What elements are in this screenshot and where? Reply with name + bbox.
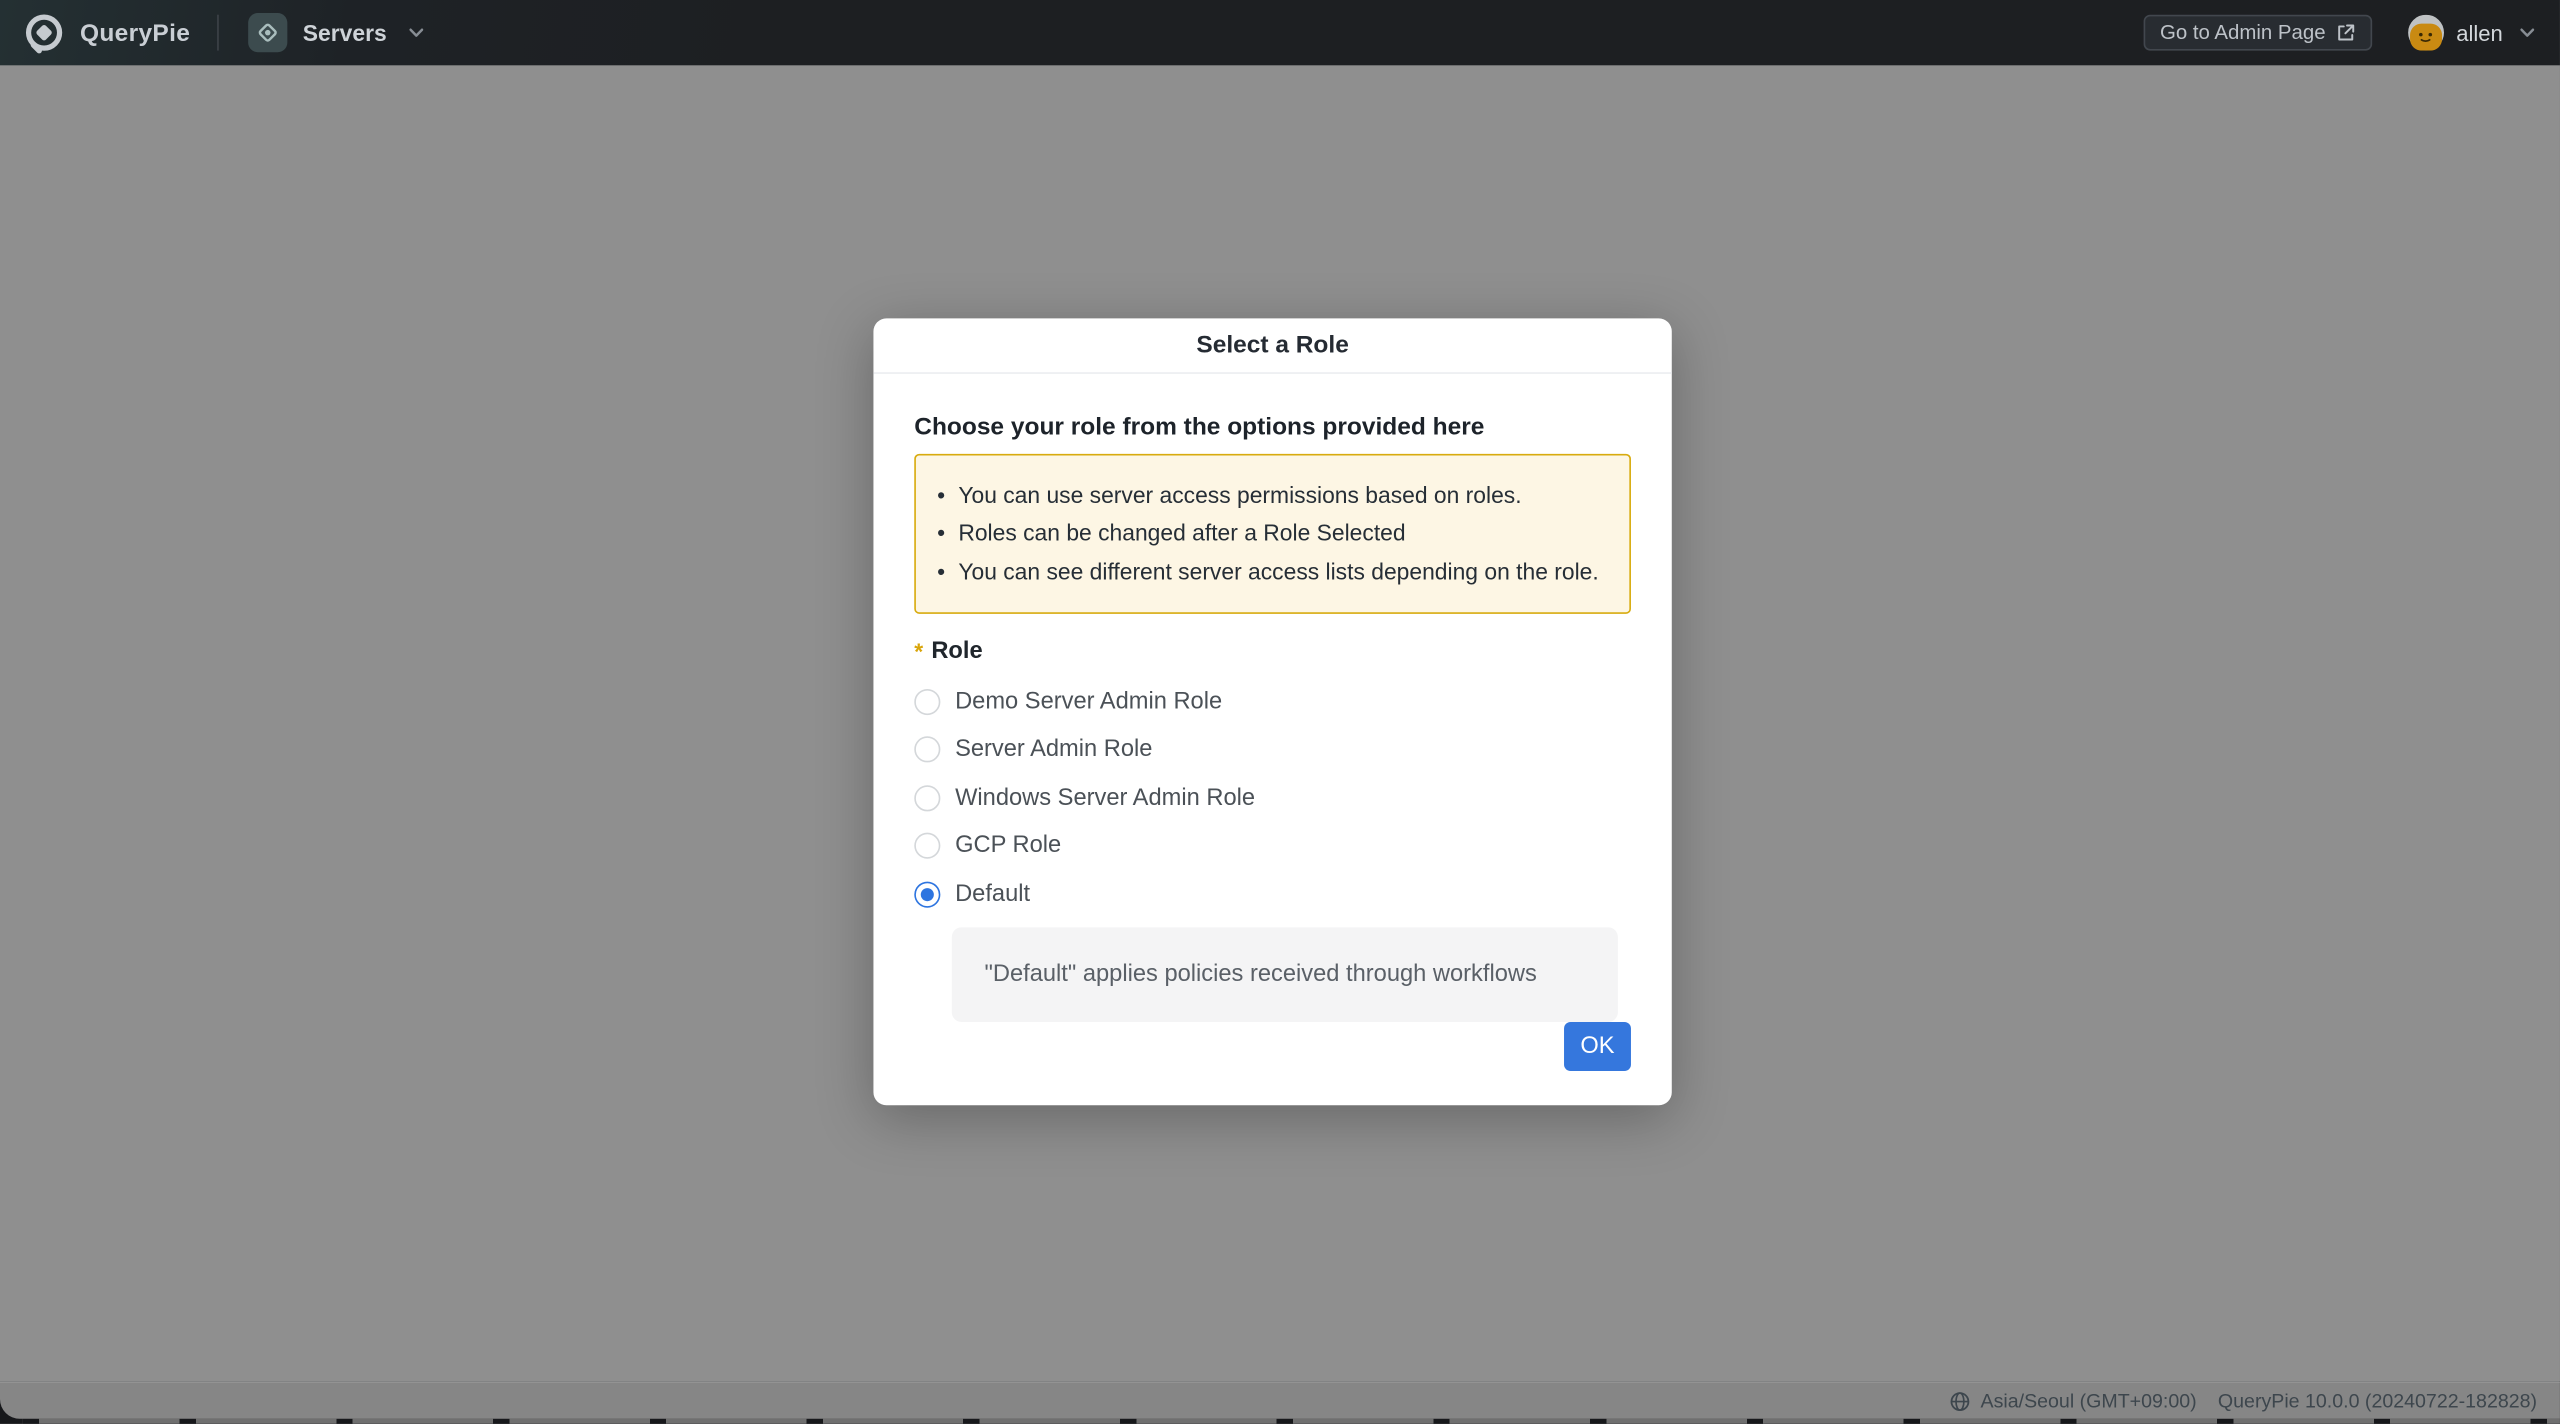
navbar-divider: [218, 15, 220, 51]
select-role-modal: Select a Role Choose your role from the …: [873, 318, 1671, 1105]
callout-item: You can use server access permissions ba…: [935, 476, 1603, 514]
screen: QueryPie Servers Go to Admin Page: [0, 0, 2560, 1424]
radio-selected-icon[interactable]: [914, 881, 940, 907]
role-radio-group: Demo Server Admin Role Server Admin Role W…: [914, 683, 1631, 923]
radio-icon[interactable]: [914, 689, 940, 715]
navbar-right: Go to Admin Page allen: [2144, 15, 2537, 51]
modal-title: Select a Role: [1196, 331, 1348, 359]
role-option-label: GCP Role: [955, 833, 1061, 859]
role-field-label: * Role: [914, 638, 1631, 664]
role-label-text: Role: [931, 638, 982, 664]
callout-item: Roles can be changed after a Role Select…: [935, 514, 1603, 552]
radio-icon[interactable]: [914, 737, 940, 763]
required-asterisk: *: [914, 638, 923, 664]
callout-list: You can use server access permissions ba…: [935, 476, 1603, 591]
globe-icon: [1950, 1390, 1971, 1411]
callout-item: You can see different server access list…: [935, 553, 1603, 591]
modal-header: Select a Role: [873, 318, 1671, 373]
nav-servers-label: Servers: [303, 20, 387, 46]
role-option-windows-server-admin-role[interactable]: Windows Server Admin Role: [914, 778, 1631, 817]
navbar-left: QueryPie Servers: [23, 11, 426, 53]
user-name[interactable]: allen: [2456, 20, 2503, 44]
modal-body: Choose your role from the options provid…: [873, 373, 1671, 1105]
user-chevron-down-icon[interactable]: [2517, 23, 2537, 43]
querypie-logo-icon: [23, 11, 65, 53]
role-option-default[interactable]: Default: [914, 874, 1631, 913]
version-indicator: QueryPie 10.0.0 (20240722-182828): [2218, 1389, 2537, 1412]
default-role-note: "Default" applies policies received thro…: [952, 927, 1618, 1022]
role-option-label: Windows Server Admin Role: [955, 785, 1255, 811]
top-navbar: QueryPie Servers Go to Admin Page: [0, 0, 2560, 65]
user-avatar[interactable]: [2409, 15, 2445, 51]
go-to-admin-page-label: Go to Admin Page: [2160, 21, 2326, 44]
bottom-edge: [23, 1419, 2560, 1424]
go-to-admin-page-button[interactable]: Go to Admin Page: [2144, 15, 2373, 51]
timezone-indicator[interactable]: Asia/Seoul (GMT+09:00): [1950, 1389, 2197, 1412]
timezone-label: Asia/Seoul (GMT+09:00): [1981, 1389, 2197, 1412]
role-option-label: Default: [955, 881, 1030, 907]
version-label: QueryPie 10.0.0 (20240722-182828): [2218, 1389, 2537, 1412]
modal-heading: Choose your role from the options provid…: [914, 412, 1631, 440]
ok-button[interactable]: OK: [1564, 1022, 1631, 1071]
status-bar: Asia/Seoul (GMT+09:00) QueryPie 10.0.0 (…: [0, 1381, 2560, 1419]
external-link-icon: [2337, 23, 2357, 43]
info-callout: You can use server access permissions ba…: [914, 453, 1631, 614]
brand-name: QueryPie: [80, 19, 190, 47]
radio-icon[interactable]: [914, 785, 940, 811]
role-option-gcp-role[interactable]: GCP Role: [914, 826, 1631, 865]
nav-servers-menu[interactable]: Servers: [249, 13, 426, 52]
role-option-demo-server-admin-role[interactable]: Demo Server Admin Role: [914, 683, 1631, 722]
chevron-down-icon: [406, 23, 426, 43]
modal-footer: OK: [914, 1022, 1631, 1071]
role-option-label: Demo Server Admin Role: [955, 689, 1222, 715]
servers-icon: [249, 13, 288, 52]
role-option-label: Server Admin Role: [955, 737, 1152, 763]
role-option-server-admin-role[interactable]: Server Admin Role: [914, 730, 1631, 769]
radio-icon[interactable]: [914, 833, 940, 859]
